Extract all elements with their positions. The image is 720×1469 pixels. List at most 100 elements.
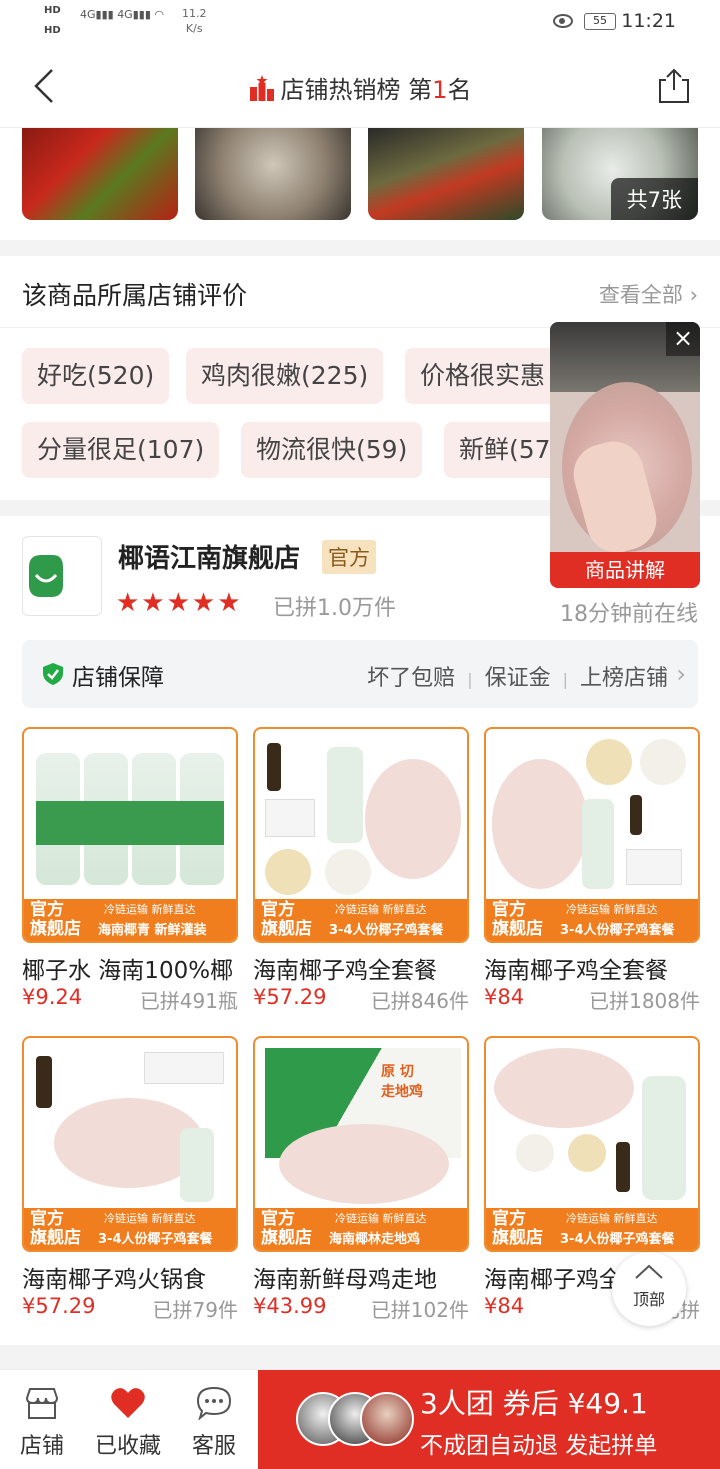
product-title: 海南椰子鸡火锅食 [22,1267,206,1292]
chicken-plate [494,1048,634,1128]
product-image: 官方 旗舰店 冷链运输 新鲜直达 海南椰青 新鲜灌装 [22,727,238,943]
coconut-bowl [516,1134,554,1172]
product-card[interactable]: 官方 旗舰店 冷链运输 新鲜直达 海南椰青 新鲜灌装 椰子水 海南100%椰 ¥9… [22,727,238,1015]
package-label: 原 切 走地鸡 [381,1064,423,1100]
product-banner: 官方 旗舰店 冷链运输 新鲜直达 3-4人份椰子鸡套餐 [255,899,467,941]
customer-service-button[interactable]: 客服 [174,1386,254,1460]
review-tag[interactable]: 新鲜(57 [444,422,566,478]
chicken-plate [279,1124,449,1204]
official-store-badge: 官方 旗舰店 [261,900,312,939]
product-banner: 官方 旗舰店 冷链运输 新鲜直达 3-4人份椰子鸡套餐 [486,899,698,941]
review-photo[interactable] [22,128,178,220]
heart-icon [111,1388,145,1418]
product-sold: 已拼491瓶 [139,989,238,1013]
sauce-tray [144,1052,224,1084]
review-photo[interactable] [368,128,524,220]
header: 店铺热销榜 第1名 [0,46,720,128]
coconut-bowl [640,739,686,785]
sauce-bottle [630,795,642,835]
review-photo[interactable]: 共7张 [542,128,698,220]
product-price: ¥57.29 [253,985,327,1009]
eye-icon [553,14,573,28]
page-title: 店铺热销榜 第1名 [0,70,720,105]
battery-icon: 55 [584,13,616,30]
chevron-right-icon: › [676,660,686,688]
product-price: ¥84 [484,985,525,1009]
official-store-badge: 官方 旗舰店 [261,1209,312,1248]
share-icon[interactable] [656,66,692,106]
shield-check-icon [43,663,63,685]
official-badge: 官方 [322,540,376,574]
product-price: ¥57.29 [22,1294,96,1318]
bottom-action-bar: 店铺 已收藏 客服 3人团 券后 ¥49.1 不成团自动退 发起拼单 [0,1369,720,1469]
section-title: 该商品所属店铺评价 [22,281,248,310]
group-buy-subtitle: 不成团自动退 发起拼单 [420,1433,658,1459]
clock: 11:21 [621,10,676,32]
store-sold-count: 已拼1.0万件 [273,596,396,621]
store-icon [25,1388,59,1419]
product-title: 海南椰子鸡全套餐 [253,958,437,983]
product-banner: 官方 旗舰店 冷链运输 新鲜直达 3-4人份椰子鸡套餐 [486,1208,698,1250]
hd-icon: HD [44,25,61,36]
favorite-button[interactable]: 已收藏 [88,1386,168,1460]
product-image: 官方 旗舰店 冷链运输 新鲜直达 3-4人份椰子鸡套餐 [484,727,700,943]
review-photo[interactable] [195,128,351,220]
online-status: 18分钟前在线 [560,602,698,627]
review-photo-gallery: 共7张 [0,128,720,240]
bottle-shape [582,799,614,889]
garlic-bowl [586,739,632,785]
review-tag[interactable]: 分量很足(107) [22,422,220,478]
store-button[interactable]: 店铺 [2,1386,82,1460]
official-store-badge: 官方 旗舰店 [30,900,81,939]
chevron-up-icon [635,1264,663,1279]
store-rating-stars: ★★★★★ [116,588,243,618]
chicken-plate [365,759,461,879]
review-tag[interactable]: 鸡肉很嫩(225) [186,348,384,404]
store-logo-icon [29,555,63,597]
product-banner: 官方 旗舰店 冷链运输 新鲜直达 海南椰林走地鸡 [255,1208,467,1250]
product-sold: 已拼846件 [370,989,469,1013]
review-tag[interactable]: 好吃(520) [22,348,170,404]
sauce-tray [626,849,682,885]
product-image: 官方 旗舰店 冷链运输 新鲜直达 3-4人份椰子鸡套餐 [253,727,469,943]
product-card[interactable]: 原 切 走地鸡 官方 旗舰店 冷链运输 新鲜直达 海南椰林走地鸡 海南新鲜母鸡走地… [253,1036,469,1324]
official-store-badge: 官方 旗舰店 [30,1209,81,1248]
sauce-tray [265,799,315,837]
coconut-bowl [325,849,371,895]
view-all-link[interactable]: 查看全部 › [599,279,698,309]
sauce-bottle [267,743,281,791]
product-title: 椰子水 海南100%椰 [22,958,234,983]
chicken-plate [492,759,588,889]
back-to-top-button[interactable]: 顶部 [612,1252,686,1326]
section-divider [0,1345,720,1369]
hd-icon: HD [44,5,61,16]
product-card[interactable]: 官方 旗舰店 冷链运输 新鲜直达 3-4人份椰子鸡套餐 海南椰子鸡全套餐 ¥57.… [253,727,469,1015]
group-avatars [296,1392,416,1448]
product-card[interactable]: 官方 旗舰店 冷链运输 新鲜直达 3-4人份椰子鸡套餐 海南椰子鸡全套餐 ¥84 已… [484,727,700,1015]
store-guarantee-bar[interactable]: 店铺保障 坏了包赔 | 保证金 | 上榜店铺 › [22,640,698,708]
guarantee-title: 店铺保障 [72,665,164,691]
avatar [360,1392,414,1446]
review-tag[interactable]: 物流很快(59) [241,422,423,478]
product-image: 官方 旗舰店 冷链运输 新鲜直达 3-4人份椰子鸡套餐 [22,1036,238,1252]
product-title: 海南新鲜母鸡走地 [253,1267,437,1292]
product-price: ¥84 [484,1294,525,1318]
product-sold: 已拼79件 [152,1298,238,1322]
section-divider [0,240,720,256]
group-buy-price: 3人团 券后 ¥49.1 [420,1387,648,1420]
product-title: 海南椰子鸡全套餐 [484,958,668,983]
bottle-shape [642,1076,686,1200]
product-card[interactable]: 官方 旗舰店 冷链运输 新鲜直达 3-4人份椰子鸡套餐 海南椰子鸡火锅食 ¥57.… [22,1036,238,1324]
product-price: ¥9.24 [22,985,83,1009]
review-tag[interactable]: 价格很实惠 [405,348,561,404]
group-buy-button[interactable]: 3人团 券后 ¥49.1 不成团自动退 发起拼单 [258,1370,720,1469]
garlic-bowl [568,1134,606,1172]
product-image: 官方 旗舰店 冷链运输 新鲜直达 3-4人份椰子鸡套餐 [484,1036,700,1252]
close-icon[interactable]: × [666,322,700,356]
signal-icon: 4G▮▮▮ 4G▮▮▮ ◠ [80,8,164,21]
bottle-shape [327,747,363,843]
product-sold: 已拼102件 [370,1298,469,1322]
ranking-icon [249,75,274,101]
official-store-badge: 官方 旗舰店 [492,1209,543,1248]
floating-video-player[interactable]: × 商品讲解 [550,322,700,588]
